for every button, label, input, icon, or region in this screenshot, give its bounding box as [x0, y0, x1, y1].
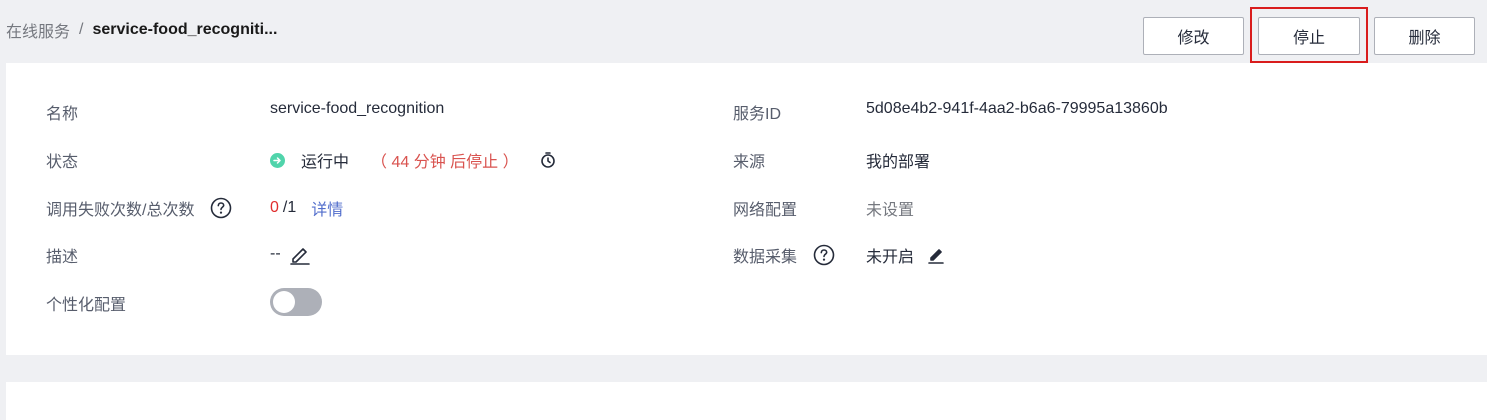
stop-button-wrapper: 停止: [1250, 7, 1368, 63]
name-value-row: service-food_recognition: [270, 100, 444, 118]
name-label: 名称: [46, 106, 79, 123]
description-value-row: --: [270, 243, 311, 265]
name-row: 名称: [46, 100, 78, 124]
delete-button[interactable]: 删除: [1374, 17, 1475, 55]
personalization-row: 个性化配置: [46, 291, 126, 315]
status-label: 状态: [46, 154, 79, 171]
failure-label: 调用失败次数/总次数: [46, 202, 195, 219]
breadcrumb: 在线服务 / service-food_recogniti...: [6, 18, 277, 42]
source-value: 我的部署: [866, 154, 931, 171]
status-value: 运行中: [301, 154, 350, 171]
timer-icon[interactable]: [539, 151, 557, 169]
network-label: 网络配置: [733, 202, 798, 219]
network-value-row: 未设置: [866, 196, 914, 220]
total-count: /1: [282, 199, 297, 216]
service-id-value-row: 5d08e4b2-941f-4aa2-b6a6-79995a13860b: [866, 100, 1168, 118]
edit-description-icon[interactable]: [289, 243, 311, 265]
service-detail-page: 在线服务 / service-food_recogniti... 修改 停止 删…: [0, 0, 1487, 420]
source-label: 来源: [733, 154, 766, 171]
service-id-row: 服务ID: [733, 100, 781, 124]
breadcrumb-separator: /: [79, 21, 84, 38]
description-value: --: [270, 245, 281, 262]
network-value: 未设置: [866, 202, 915, 219]
personalization-toggle[interactable]: [270, 288, 322, 316]
status-row: 状态: [46, 148, 78, 172]
failure-count: 0: [270, 199, 279, 216]
description-row: 描述: [46, 243, 78, 267]
source-value-row: 我的部署: [866, 148, 930, 172]
source-row: 来源: [733, 148, 765, 172]
help-icon[interactable]: [813, 244, 835, 266]
secondary-panel: [6, 382, 1487, 420]
breadcrumb-parent-link[interactable]: 在线服务: [6, 18, 70, 42]
stop-button[interactable]: 停止: [1258, 17, 1360, 55]
description-label: 描述: [46, 249, 79, 266]
failure-row: 调用失败次数/总次数: [46, 196, 232, 220]
service-id-value: 5d08e4b2-941f-4aa2-b6a6-79995a13860b: [866, 100, 1168, 117]
name-value: service-food_recognition: [270, 100, 445, 117]
help-icon[interactable]: [210, 197, 232, 219]
network-row: 网络配置: [733, 196, 797, 220]
details-link[interactable]: 详情: [311, 196, 343, 220]
edit-button[interactable]: 修改: [1143, 17, 1244, 55]
toggle-knob: [273, 291, 295, 313]
page-title: service-food_recogniti...: [92, 21, 278, 38]
service-id-label: 服务ID: [733, 106, 782, 123]
running-status-icon: [270, 152, 285, 168]
status-countdown: （ 44 分钟 后停止 ）: [371, 154, 519, 171]
failure-value-row: 0 /1 详情: [270, 196, 343, 220]
data-collection-value: 未开启: [866, 249, 915, 266]
edit-data-collection-icon[interactable]: [926, 245, 946, 265]
data-collection-label: 数据采集: [733, 249, 798, 266]
service-detail-card: 名称 service-food_recognition 状态 运行中 （ 44 …: [6, 63, 1487, 355]
data-collection-value-row: 未开启: [866, 243, 946, 267]
personalization-label: 个性化配置: [46, 297, 127, 314]
personalization-value-row: [270, 288, 322, 316]
status-value-row: 运行中 （ 44 分钟 后停止 ）: [270, 148, 557, 172]
data-collection-row: 数据采集: [733, 243, 835, 267]
action-bar: 修改 停止 删除: [1143, 7, 1475, 63]
